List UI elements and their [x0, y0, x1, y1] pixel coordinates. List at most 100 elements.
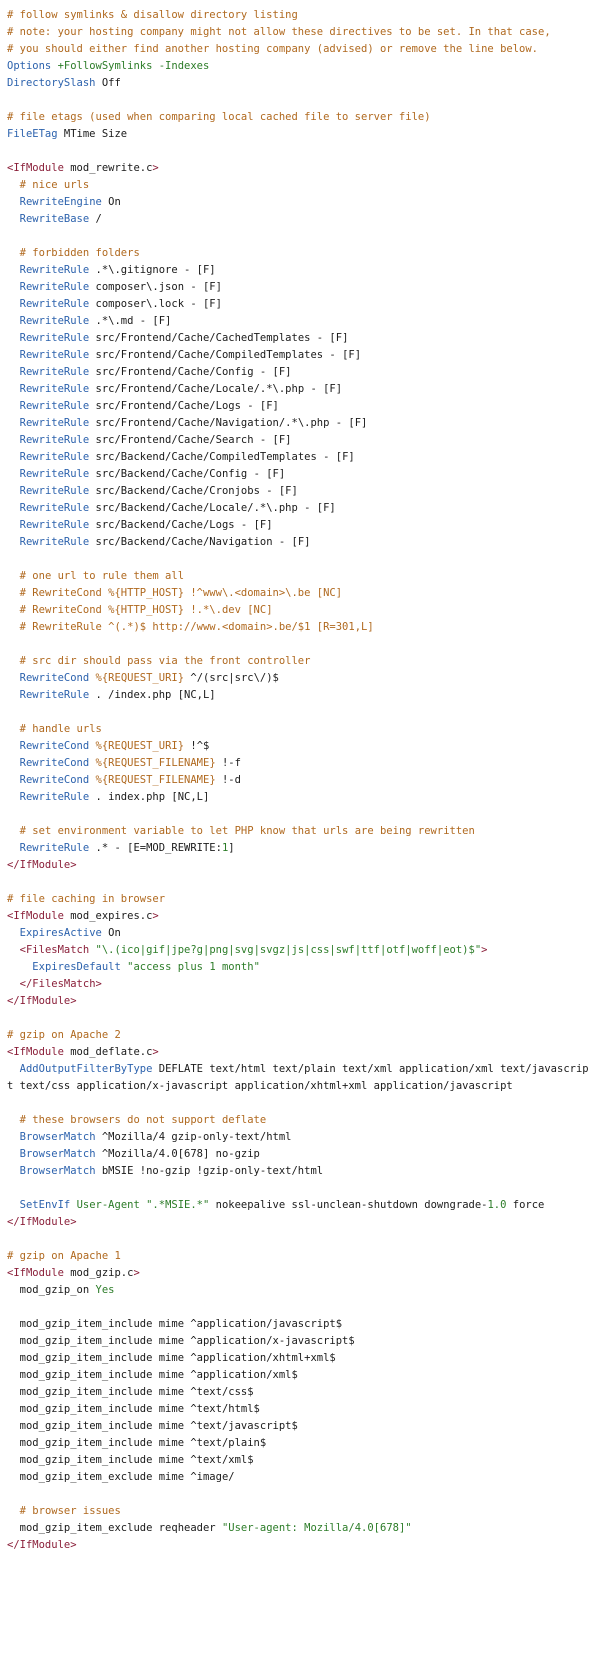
- value-token: +FollowSymlinks -Indexes: [57, 60, 210, 72]
- tag-token: <FilesMatch: [19, 944, 90, 956]
- directive-token: RewriteRule: [19, 417, 90, 429]
- directive-token: RewriteRule: [19, 264, 90, 276]
- code-token: src/Backend/Cache/CompiledTemplates - [F…: [89, 451, 355, 463]
- code-token: src/Frontend/Cache/Config - [F]: [89, 366, 292, 378]
- code-line: # RewriteCond %{HTTP_HOST} !^www\.<domai…: [7, 585, 593, 602]
- code-token: src/Frontend/Cache/Locale/.*\.php - [F]: [89, 383, 343, 395]
- directive-token: RewriteRule: [19, 502, 90, 514]
- comment-token: # you should either find another hosting…: [7, 43, 539, 55]
- directive-token: RewriteRule: [19, 451, 90, 463]
- code-line: # file etags (used when comparing local …: [7, 109, 593, 126]
- directive-token: BrowserMatch: [19, 1131, 96, 1143]
- code-line: RewriteCond %{REQUEST_URI} ^/(src|src\/)…: [7, 670, 593, 687]
- code-line: BrowserMatch bMSIE !no-gzip !gzip-only-t…: [7, 1163, 593, 1180]
- code-token: .*\.gitignore - [F]: [89, 264, 216, 276]
- code-line: ExpiresActive On: [7, 925, 593, 942]
- comment-token: # set environment variable to let PHP kn…: [19, 825, 475, 837]
- directive-token: RewriteRule: [19, 332, 90, 344]
- code-line: # RewriteCond %{HTTP_HOST} !.*\.dev [NC]: [7, 602, 593, 619]
- code-line: mod_gzip_item_include mime ^application/…: [7, 1316, 593, 1333]
- directive-token: RewriteRule: [19, 349, 90, 361]
- code-line: mod_gzip_item_exclude reqheader "User-ag…: [7, 1520, 593, 1537]
- code-line: FileETag MTime Size: [7, 126, 593, 143]
- code-token: mod_gzip_item_include mime ^text/plain$: [7, 1437, 267, 1449]
- value-token: 1.0: [487, 1199, 507, 1211]
- directive-token: ExpiresDefault: [32, 961, 121, 973]
- string-token: "\.(ico|gif|jpe?g|png|svg|svgz|js|css|sw…: [95, 944, 482, 956]
- code-line: mod_gzip_item_include mime ^application/…: [7, 1333, 593, 1350]
- code-token: mod_expires.c: [63, 910, 153, 922]
- code-token: !^$: [184, 740, 210, 752]
- comment-token: # RewriteCond %{HTTP_HOST} !.*\.dev [NC]: [19, 604, 273, 616]
- code-line: SetEnvIf User-Agent ".*MSIE.*" nokeepali…: [7, 1197, 593, 1214]
- code-line: RewriteCond %{REQUEST_URI} !^$: [7, 738, 593, 755]
- code-token: ^Mozilla/4.0[678] no-gzip: [95, 1148, 260, 1160]
- code-line: mod_gzip_item_include mime ^text/xml$: [7, 1452, 593, 1469]
- code-line: RewriteRule src/Backend/Cache/Logs - [F]: [7, 517, 593, 534]
- code-token: src/Frontend/Cache/Search - [F]: [89, 434, 292, 446]
- directive-token: ExpiresActive: [19, 927, 102, 939]
- code-line: # set environment variable to let PHP kn…: [7, 823, 593, 840]
- code-token: /: [89, 213, 102, 225]
- code-token: src/Backend/Cache/Navigation - [F]: [89, 536, 311, 548]
- code-line: mod_gzip_item_include mime ^text/plain$: [7, 1435, 593, 1452]
- code-token: mod_gzip_item_include mime ^text/javascr…: [7, 1420, 298, 1432]
- code-line: RewriteCond %{REQUEST_FILENAME} !-f: [7, 755, 593, 772]
- code-token: On: [101, 196, 121, 208]
- code-line: </IfModule>: [7, 993, 593, 1010]
- code-line: DirectorySlash Off: [7, 75, 593, 92]
- directive-token: BrowserMatch: [19, 1165, 96, 1177]
- code-line: # gzip on Apache 1: [7, 1248, 593, 1265]
- code-line: RewriteCond %{REQUEST_FILENAME} !-d: [7, 772, 593, 789]
- directive-token: RewriteCond: [19, 774, 90, 786]
- tag-token: <IfModule: [7, 910, 64, 922]
- code-token: force: [506, 1199, 545, 1211]
- code-line: # these browsers do not support deflate: [7, 1112, 593, 1129]
- code-line: mod_gzip_item_exclude mime ^image/: [7, 1469, 593, 1486]
- code-token: mod_gzip_item_include mime ^application/…: [7, 1369, 298, 1381]
- code-line: # you should either find another hosting…: [7, 41, 593, 58]
- code-line: RewriteRule src/Frontend/Cache/Logs - [F…: [7, 398, 593, 415]
- code-line: RewriteRule . /index.php [NC,L]: [7, 687, 593, 704]
- variable-token: %{REQUEST_URI}: [95, 672, 185, 684]
- code-line: RewriteRule . index.php [NC,L]: [7, 789, 593, 806]
- comment-token: # RewriteRule ^(.*)$ http://www.<domain>…: [19, 621, 374, 633]
- code-token: Off: [95, 77, 121, 89]
- code-line: # forbidden folders: [7, 245, 593, 262]
- directive-token: RewriteRule: [19, 281, 90, 293]
- code-token: mod_gzip_on: [7, 1284, 96, 1296]
- code-line: RewriteBase /: [7, 211, 593, 228]
- code-token: ^/(src|src\/)$: [184, 672, 279, 684]
- code-line: AddOutputFilterByType DEFLATE text/html …: [7, 1061, 593, 1095]
- code-token: mod_deflate.c: [63, 1046, 153, 1058]
- code-token: !-f: [215, 757, 241, 769]
- comment-token: # file caching in browser: [7, 893, 166, 905]
- code-line: RewriteRule src/Frontend/Cache/Locale/.*…: [7, 381, 593, 398]
- code-line: RewriteRule composer\.json - [F]: [7, 279, 593, 296]
- code-line: RewriteRule src/Frontend/Cache/Config - …: [7, 364, 593, 381]
